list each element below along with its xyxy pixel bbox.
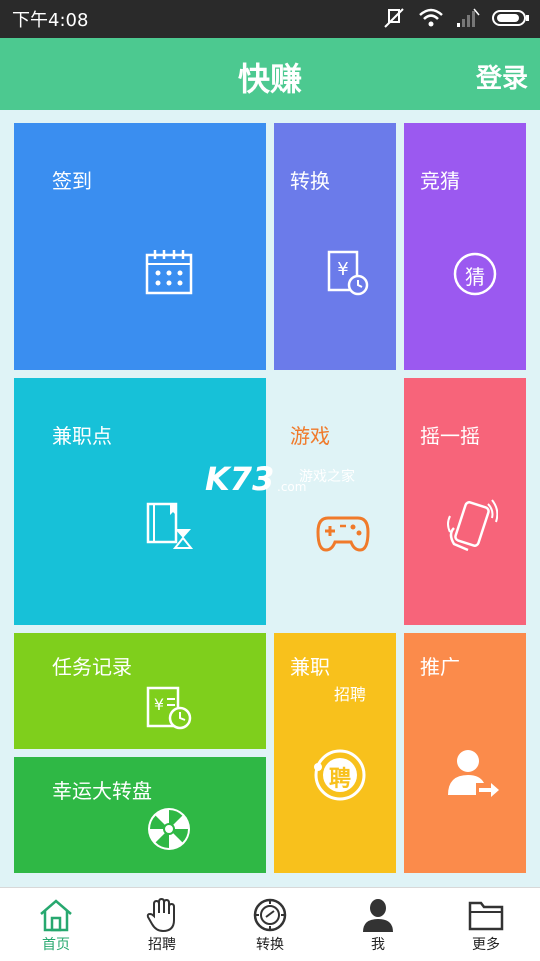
app-header: 快赚 登录 (0, 38, 540, 110)
recruit-icon-text: 聘 (328, 767, 351, 792)
nav-more[interactable]: 更多 (432, 888, 540, 961)
watermark: K73 游戏之家 .com (205, 460, 355, 498)
tile-checkin[interactable]: 签到 (14, 123, 266, 370)
bottom-nav: 首页 招聘 转换 我 更多 (0, 887, 540, 961)
record-clock-icon: ¥ (146, 686, 192, 730)
nav-home[interactable]: 首页 (2, 888, 110, 961)
svg-text:¥: ¥ (154, 695, 164, 714)
tile-label: 竞猜 (420, 169, 460, 193)
status-time: 下午4:08 (12, 10, 89, 31)
tile-parttime[interactable]: 兼职 招聘 聘 (274, 633, 396, 873)
calendar-icon (145, 250, 193, 295)
yuan-document-icon: ¥ (327, 250, 369, 296)
tile-label: 任务记录 (52, 655, 132, 679)
watermark-domain: .com (277, 480, 307, 494)
tile-label: 幸运大转盘 (52, 779, 152, 803)
tile-convert[interactable]: 转换 ¥ (274, 123, 396, 370)
tile-lucky-wheel[interactable]: 幸运大转盘 (14, 757, 266, 873)
tile-label: 签到 (52, 169, 92, 193)
wifi-icon (419, 8, 443, 27)
user-share-icon (448, 750, 499, 797)
tile-label: 兼职 (290, 655, 330, 679)
home-icon (40, 899, 72, 932)
tile-label: 转换 (290, 169, 330, 193)
nav-label: 转换 (256, 937, 284, 953)
book-hourglass-icon (146, 502, 194, 549)
status-bar: 下午4:08 (0, 0, 540, 38)
tile-label: 兼职点 (52, 424, 112, 448)
status-icons (382, 7, 530, 29)
person-icon (363, 899, 393, 932)
tile-label: 推广 (420, 655, 460, 679)
guess-icon-text: 猜 (465, 265, 485, 289)
watermark-sub: 游戏之家 (299, 469, 355, 485)
gamepad-icon (316, 516, 370, 552)
signal-icon (457, 8, 480, 27)
wheel-icon (148, 808, 190, 850)
tile-label: 摇一摇 (420, 424, 480, 448)
tile-promote[interactable]: 推广 (404, 633, 526, 873)
nav-label: 招聘 (148, 937, 176, 953)
nav-exchange[interactable]: 转换 (216, 888, 324, 961)
exchange-icon (253, 898, 287, 932)
tile-guess[interactable]: 竞猜 猜 (404, 123, 526, 370)
mute-icon (384, 8, 404, 28)
battery-icon (492, 10, 529, 26)
tile-sublabel: 招聘 (334, 685, 367, 704)
tile-shake[interactable]: 摇一摇 (404, 378, 526, 625)
watermark-main: K73 (205, 460, 275, 498)
hand-icon (146, 898, 175, 932)
nav-label: 我 (371, 937, 385, 953)
folder-icon (468, 901, 504, 931)
nav-me[interactable]: 我 (324, 888, 432, 961)
tile-label: 游戏 (290, 424, 330, 448)
nav-label: 更多 (472, 937, 500, 953)
tile-game[interactable]: 游戏 (274, 378, 396, 625)
tile-task-record[interactable]: 任务记录 ¥ (14, 633, 266, 749)
svg-text:¥: ¥ (337, 259, 348, 280)
shake-phone-icon (447, 499, 498, 552)
page-title: 快赚 (237, 60, 302, 98)
tile-parttime-points[interactable]: 兼职点 (14, 378, 266, 625)
nav-label: 首页 (42, 937, 70, 953)
nav-recruit[interactable]: 招聘 (108, 888, 216, 961)
login-button[interactable]: 登录 (476, 58, 528, 95)
